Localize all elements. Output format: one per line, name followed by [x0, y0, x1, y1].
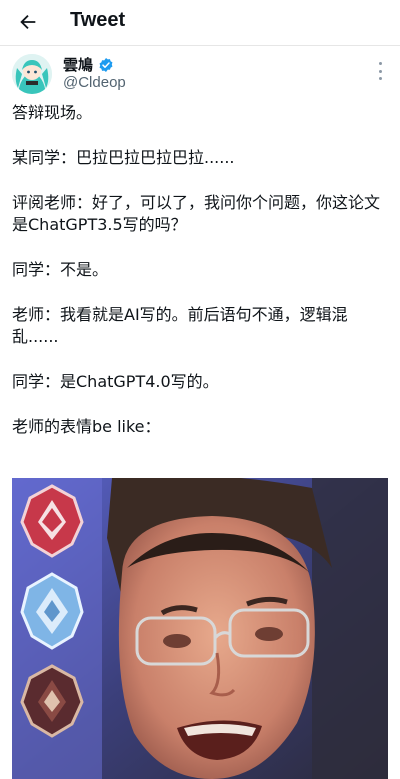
verified-badge-icon — [99, 57, 113, 72]
tweet-line: 答辩现场。 — [12, 103, 93, 122]
tweet-line: 某同学：巴拉巴拉巴拉巴拉...... — [12, 148, 235, 167]
arrow-left-icon — [20, 14, 36, 30]
user-handle[interactable]: @Cldeop — [63, 74, 126, 91]
avatar[interactable] — [12, 54, 52, 94]
top-app-bar: Tweet — [0, 0, 400, 46]
tweet-line: 老师：我看就是AI写的。前后语句不通，逻辑混乱...... — [12, 305, 348, 346]
back-button[interactable] — [14, 8, 42, 36]
tweet-media-image[interactable] — [12, 478, 388, 779]
tweet-text: 答辩现场。 某同学：巴拉巴拉巴拉巴拉...... 评阅老师：好了，可以了，我问你… — [12, 102, 390, 461]
tweet-line: 同学：不是。 — [12, 260, 109, 279]
tweet-author: 雲鳩 @Cldeop — [0, 48, 400, 96]
tweet-line: 评阅老师：好了，可以了，我问你个问题，你这论文是ChatGPT3.5写的吗？ — [12, 193, 381, 234]
blue-rank-badge-icon — [20, 572, 84, 650]
page-title: Tweet — [70, 9, 126, 31]
tweet-line: 同学：是ChatGPT4.0写的。 — [12, 372, 219, 391]
display-name[interactable]: 雲鳩 — [63, 54, 93, 75]
more-options-button[interactable] — [376, 62, 384, 80]
tweet-line: 老师的表情be like： — [12, 417, 161, 436]
more-vertical-icon — [378, 62, 382, 65]
